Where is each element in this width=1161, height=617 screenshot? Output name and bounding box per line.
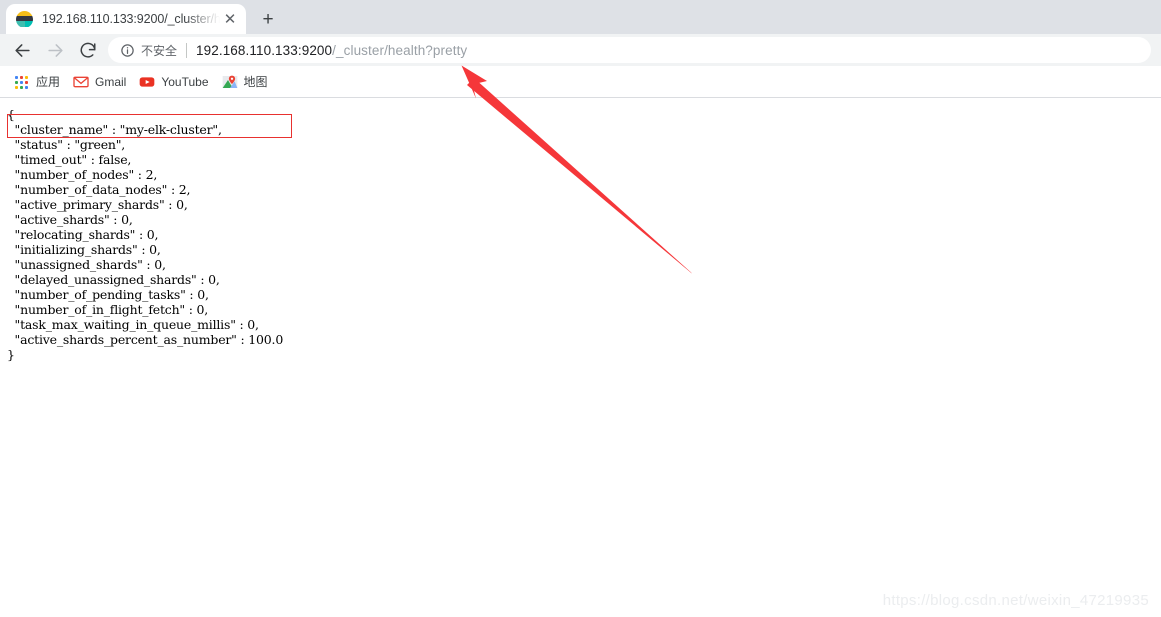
url-path: /_cluster/health?pretty (332, 42, 468, 58)
address-bar[interactable]: 不安全 192.168.110.133:9200/_cluster/health… (108, 37, 1151, 63)
apps-grid-icon (14, 74, 30, 90)
bookmark-gmail[interactable]: Gmail (69, 70, 133, 94)
security-status-label[interactable]: 不安全 (141, 42, 177, 59)
bookmark-label: Gmail (95, 74, 127, 89)
gmail-icon (73, 74, 89, 90)
close-icon[interactable]: ✕ (220, 9, 240, 29)
bookmarks-bar: 应用 Gmail YouTube 地图 (0, 66, 1161, 98)
browser-toolbar: 不安全 192.168.110.133:9200/_cluster/health… (0, 34, 1161, 66)
bookmark-youtube[interactable]: YouTube (135, 70, 215, 94)
watermark-text: https://blog.csdn.net/weixin_47219935 (882, 592, 1149, 609)
tab-strip: 192.168.110.133:9200/_cluster/health?pre… (0, 0, 1161, 34)
info-circle-icon[interactable] (120, 43, 135, 58)
back-arrow-icon[interactable] (9, 37, 35, 63)
url-host: 192.168.110.133:9200 (196, 42, 333, 58)
bookmark-label: 应用 (36, 75, 61, 89)
forward-arrow-icon (42, 37, 68, 63)
tab-title: 192.168.110.133:9200/_cluster/health?pre… (42, 12, 220, 26)
page-content: { "cluster_name" : "my-elk-cluster", "st… (0, 99, 1161, 617)
url-text[interactable]: 192.168.110.133:9200/_cluster/health?pre… (196, 43, 467, 58)
browser-tab[interactable]: 192.168.110.133:9200/_cluster/health?pre… (6, 4, 246, 34)
elasticsearch-favicon (16, 10, 33, 28)
bookmark-maps[interactable]: 地图 (218, 70, 275, 94)
bookmark-label: 地图 (243, 75, 268, 89)
google-maps-icon (222, 74, 238, 90)
reload-icon[interactable] (75, 37, 101, 63)
new-tab-button[interactable]: + (254, 6, 282, 34)
cluster-health-json: { "cluster_name" : "my-elk-cluster", "st… (7, 107, 284, 362)
bookmark-apps[interactable]: 应用 (10, 70, 67, 94)
omnibox-divider (186, 42, 188, 58)
bookmark-label: YouTube (161, 74, 209, 89)
youtube-icon (139, 74, 155, 90)
